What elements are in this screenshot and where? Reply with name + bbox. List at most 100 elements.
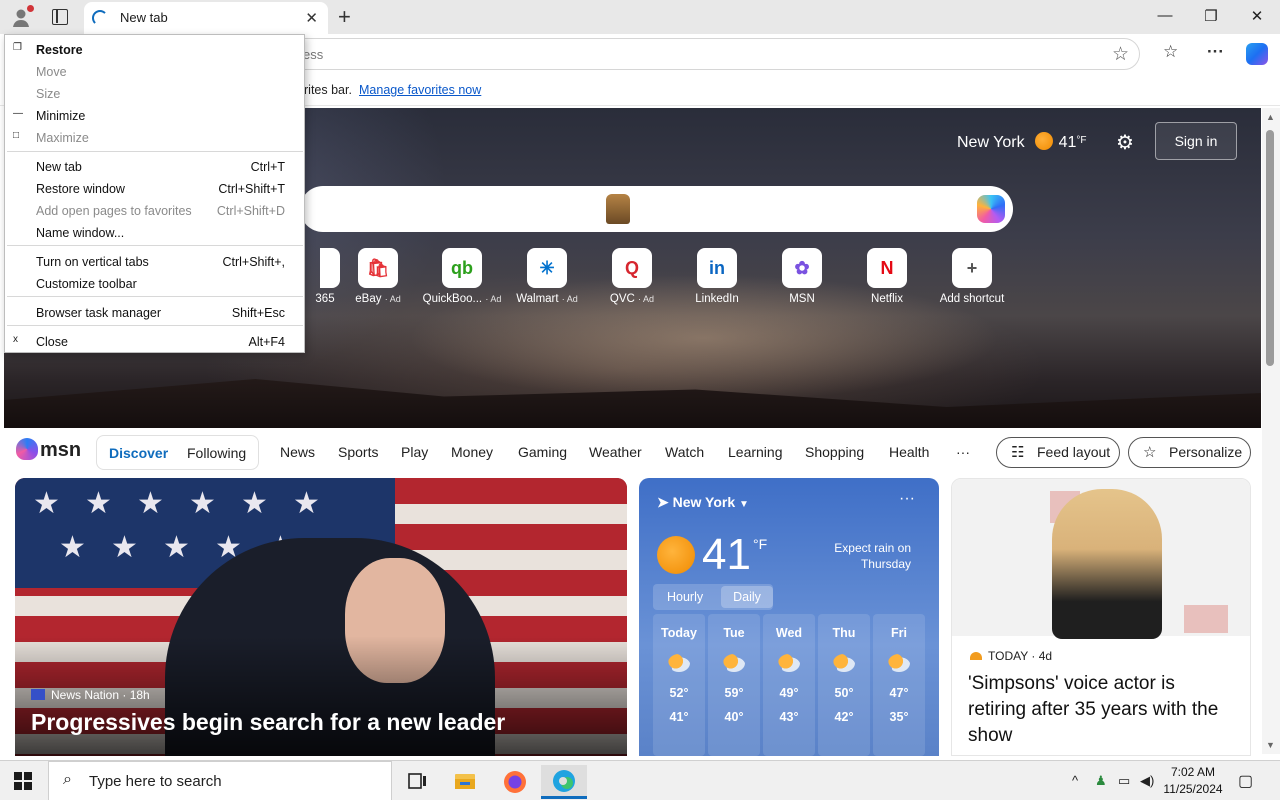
copilot-search-icon[interactable]: [977, 195, 1005, 223]
tab-actions-icon[interactable]: [52, 9, 68, 25]
firefox-icon[interactable]: [492, 765, 538, 799]
notifications-icon[interactable]: ▢: [1238, 771, 1253, 791]
people-icon[interactable]: ♟: [1095, 773, 1107, 789]
network-icon[interactable]: ▭: [1118, 773, 1130, 789]
nav-shopping[interactable]: Shopping: [805, 444, 864, 460]
nav-watch[interactable]: Watch: [665, 444, 704, 460]
weather-more-icon[interactable]: ···: [899, 490, 915, 508]
forecast-day[interactable]: Today 52° 41°: [653, 614, 705, 756]
tab-discover[interactable]: Discover: [109, 445, 168, 461]
scroll-up-icon[interactable]: ▲: [1266, 112, 1275, 122]
settings-gear-icon[interactable]: ⚙: [1116, 130, 1134, 155]
menu-item-move: Move: [5, 61, 305, 81]
forecast-day[interactable]: Tue 59° 40°: [708, 614, 760, 756]
nav-health[interactable]: Health: [889, 444, 929, 460]
close-window-button[interactable]: ✕: [1234, 7, 1280, 25]
tab-close-icon[interactable]: ✕: [305, 9, 318, 27]
top-story-card[interactable]: ★ ★ ★ ★ ★ ★ ★ ★ ★ ★ ★ News Nation · 18h …: [15, 478, 627, 756]
task-view-icon[interactable]: [394, 765, 440, 799]
forecast-day[interactable]: Thu 50° 42°: [818, 614, 870, 756]
nav-learning[interactable]: Learning: [728, 444, 783, 460]
msn-logo[interactable]: msn: [16, 438, 81, 462]
sign-in-button[interactable]: Sign in: [1155, 122, 1237, 160]
hero-weather[interactable]: New York 41°F: [957, 132, 1087, 152]
favorites-icon[interactable]: ☆: [1163, 42, 1178, 62]
news-card[interactable]: TODAY · 4d 'Simpsons' voice actor is ret…: [951, 478, 1251, 756]
news-headline[interactable]: 'Simpsons' voice actor is retiring after…: [968, 671, 1238, 749]
minimize-button[interactable]: —: [1142, 7, 1188, 24]
menu-item-label: New tab: [36, 160, 82, 174]
shortcut-msn[interactable]: ✿ MSN: [760, 248, 844, 305]
tab-following[interactable]: Following: [187, 445, 246, 461]
shortcut-walmart[interactable]: ✳ Walmart · Ad: [505, 248, 589, 305]
menu-glyph-icon: x: [13, 334, 18, 345]
menu-item-label: Restore window: [36, 182, 125, 196]
menu-separator: [7, 325, 303, 326]
forecast-day[interactable]: Wed 49° 43°: [763, 614, 815, 756]
menu-item-turn-on-vertical-tabs[interactable]: Turn on vertical tabs Ctrl+Shift+,: [5, 251, 305, 271]
profile-icon[interactable]: [10, 5, 34, 28]
forecast-high: 47°: [889, 686, 909, 700]
story-headline[interactable]: Progressives begin search for a new lead…: [31, 709, 505, 736]
location-arrow-icon: ➤: [657, 494, 669, 510]
scrollbar-thumb[interactable]: [1266, 130, 1274, 366]
restore-button[interactable]: ❐: [1188, 7, 1234, 25]
manage-favorites-link[interactable]: Manage favorites now: [359, 83, 481, 97]
file-explorer-icon[interactable]: [442, 765, 488, 799]
volume-icon[interactable]: ◀): [1140, 773, 1154, 789]
shortcut-linkedin[interactable]: in LinkedIn: [675, 248, 759, 305]
nav-gaming[interactable]: Gaming: [518, 444, 567, 460]
personalize-button[interactable]: ☆ Personalize: [1128, 437, 1251, 468]
feed-layout-button[interactable]: ☷ Feed layout: [996, 437, 1120, 468]
new-tab-button[interactable]: +: [338, 4, 351, 30]
start-windows-icon[interactable]: [14, 772, 32, 790]
clock-date: 11/25/2024: [1163, 782, 1223, 796]
show-hidden-icons-icon[interactable]: ^: [1072, 773, 1078, 788]
rain-forecast[interactable]: Expect rain on Thursday: [815, 540, 911, 572]
shortcut-add-shortcut[interactable]: + Add shortcut: [930, 248, 1014, 305]
weather-location[interactable]: ➤ New York ▼: [657, 494, 749, 511]
shortcut-netflix[interactable]: N Netflix: [845, 248, 929, 305]
tab-hourly[interactable]: Hourly: [667, 590, 703, 604]
menu-item-browser-task-manager[interactable]: Browser task manager Shift+Esc: [5, 302, 305, 322]
shortcut-quickboo[interactable]: qb QuickBoo... · Ad: [420, 248, 504, 305]
menu-item-minimize[interactable]: — Minimize: [5, 105, 305, 125]
weather-condition-icon: [888, 654, 910, 672]
menu-item-new-tab[interactable]: New tab Ctrl+T: [5, 156, 305, 176]
taskbar-clock[interactable]: 7:02 AM 11/25/2024: [1160, 764, 1226, 798]
clock-time: 7:02 AM: [1170, 765, 1216, 779]
nav-weather[interactable]: Weather: [589, 444, 642, 460]
nav-more-icon[interactable]: ···: [956, 444, 970, 460]
shortcut-ebay[interactable]: 🛍 eBay · Ad: [336, 248, 420, 305]
menu-item-restore-window[interactable]: Restore window Ctrl+Shift+T: [5, 178, 305, 198]
photo-backdrop: [1184, 605, 1228, 633]
forecast-low: 35°: [889, 710, 909, 724]
menu-item-shortcut: Ctrl+Shift+D: [216, 204, 285, 218]
nav-money[interactable]: Money: [451, 444, 493, 460]
favorite-star-icon[interactable]: ☆: [1112, 43, 1129, 66]
scroll-down-icon[interactable]: ▼: [1266, 740, 1275, 750]
nav-sports[interactable]: Sports: [338, 444, 378, 460]
weather-location-name: New York: [672, 494, 736, 510]
forecast-day[interactable]: Fri 47° 35°: [873, 614, 925, 756]
edge-icon[interactable]: [541, 765, 587, 799]
shortcut-ad-label: · Ad: [485, 294, 502, 304]
menu-item-restore[interactable]: ❐ Restore: [5, 39, 305, 59]
shortcut-tile-icon: 🛍: [358, 248, 398, 288]
nav-play[interactable]: Play: [401, 444, 428, 460]
page-scrollbar[interactable]: ▲ ▼: [1262, 108, 1280, 754]
shortcut-qvc[interactable]: Q QVC · Ad: [590, 248, 674, 305]
tab-daily[interactable]: Daily: [721, 586, 773, 608]
weather-card[interactable]: ➤ New York ▼ ··· 41 °F Expect rain on Th…: [639, 478, 939, 756]
copilot-icon[interactable]: [1246, 43, 1268, 65]
more-options-icon[interactable]: ···: [1207, 42, 1224, 62]
tab-new-tab[interactable]: New tab ✕: [84, 2, 328, 34]
taskbar-search[interactable]: ⌕ Type here to search: [48, 761, 392, 800]
menu-item-close[interactable]: x Close Alt+F4: [5, 331, 305, 351]
menu-item-name-window[interactable]: Name window...: [5, 222, 305, 242]
search-doodle-icon[interactable]: [606, 194, 630, 224]
web-search-box[interactable]: [300, 186, 1013, 232]
windows-taskbar: ⌕ Type here to search ^ ♟ ▭ ◀) 7:02 AM 1…: [0, 760, 1280, 800]
nav-news[interactable]: News: [280, 444, 315, 460]
menu-item-customize-toolbar[interactable]: Customize toolbar: [5, 273, 305, 293]
